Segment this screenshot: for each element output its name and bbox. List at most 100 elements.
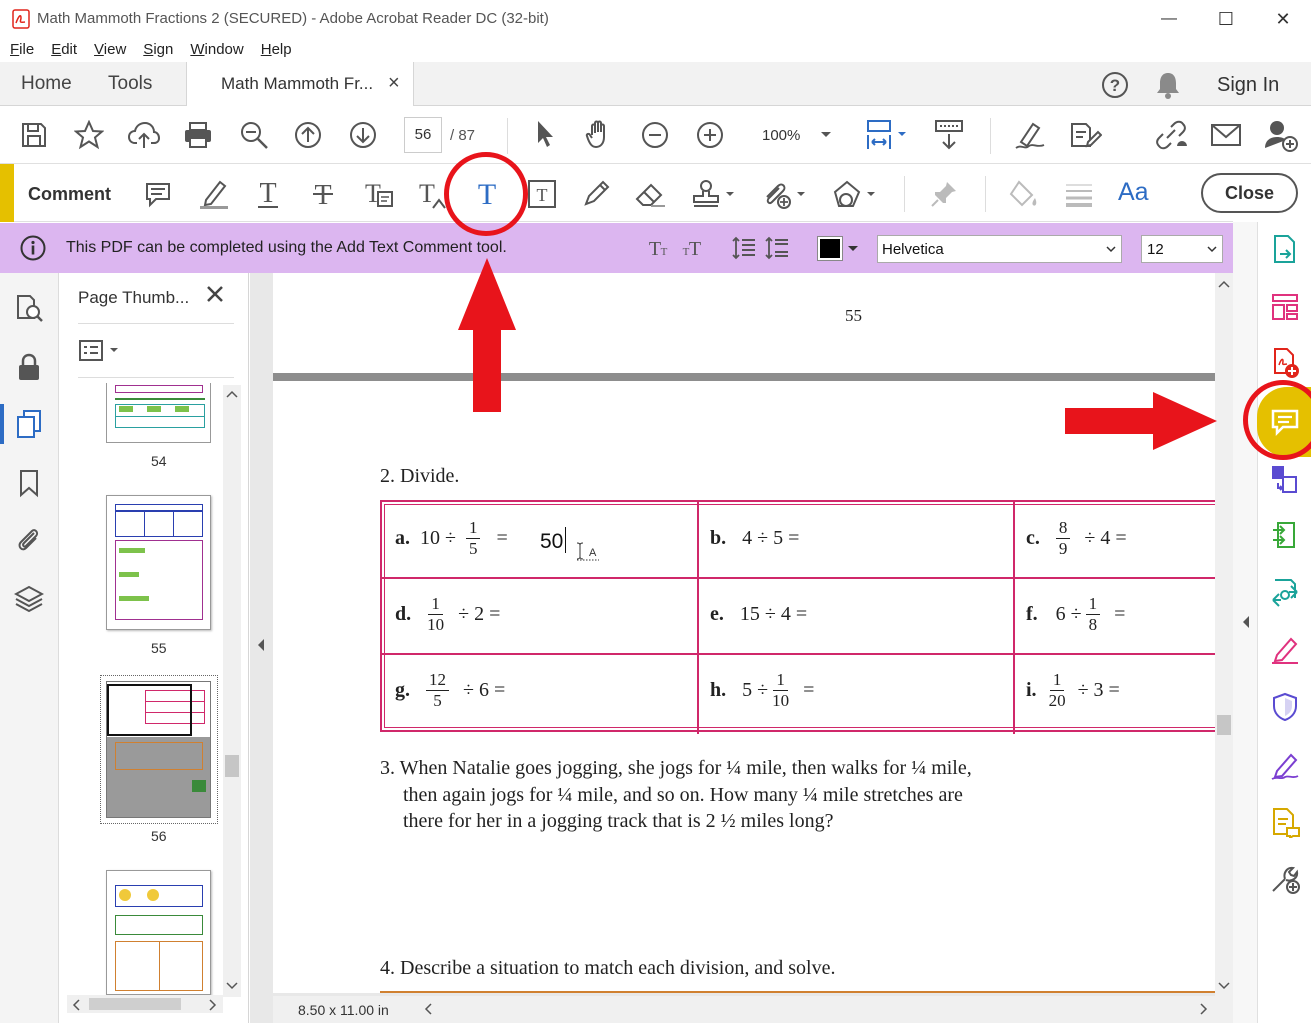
bookmark-star-icon[interactable] bbox=[72, 118, 106, 152]
bookmark-icon[interactable] bbox=[12, 466, 46, 500]
scroll-down-icon[interactable] bbox=[1218, 981, 1230, 991]
create-pdf-icon[interactable] bbox=[1268, 232, 1302, 266]
pin-icon[interactable] bbox=[926, 176, 962, 212]
fit-page-icon[interactable] bbox=[864, 118, 910, 152]
help-icon[interactable]: ? bbox=[1100, 70, 1130, 100]
menu-file[interactable]: File bbox=[10, 38, 34, 62]
maximize-button[interactable]: ☐ bbox=[1197, 0, 1255, 38]
increase-font-icon[interactable]: TT bbox=[680, 236, 704, 260]
notification-bell-icon[interactable] bbox=[1155, 71, 1181, 99]
menu-window[interactable]: Window bbox=[190, 38, 243, 62]
request-signature-icon[interactable] bbox=[1268, 748, 1302, 782]
export-pdf-icon[interactable] bbox=[1268, 346, 1302, 380]
menu-sign[interactable]: Sign bbox=[143, 38, 173, 62]
close-window-button[interactable]: ✕ bbox=[1254, 0, 1311, 38]
email-envelope-icon[interactable] bbox=[1210, 120, 1242, 150]
thumbnail-page-56[interactable] bbox=[106, 681, 211, 818]
thumbnail-options-icon[interactable] bbox=[79, 339, 123, 363]
protect-shield-icon[interactable] bbox=[1268, 690, 1302, 724]
scroll-left-icon[interactable] bbox=[71, 999, 81, 1011]
sign-pen-icon[interactable] bbox=[1013, 118, 1047, 152]
scan-document-icon[interactable] bbox=[1268, 805, 1302, 839]
eraser-icon[interactable] bbox=[632, 176, 668, 212]
line-weight-icon[interactable] bbox=[1061, 176, 1097, 212]
zoom-dropdown[interactable]: 100% bbox=[752, 118, 844, 154]
scroll-right-icon[interactable] bbox=[208, 999, 218, 1011]
lock-icon[interactable] bbox=[12, 350, 46, 384]
minimize-button[interactable]: — bbox=[1140, 0, 1198, 38]
line-spacing-icon[interactable] bbox=[731, 235, 757, 261]
save-icon[interactable] bbox=[17, 118, 51, 152]
collapse-left-pane-icon[interactable] bbox=[256, 637, 266, 653]
layers-icon[interactable] bbox=[12, 582, 46, 616]
edit-document-icon[interactable] bbox=[1068, 118, 1102, 152]
scroll-mode-icon[interactable] bbox=[932, 118, 966, 152]
tab-tools[interactable]: Tools bbox=[108, 62, 152, 106]
add-user-icon[interactable] bbox=[1263, 118, 1299, 152]
select-cursor-icon[interactable] bbox=[532, 118, 558, 150]
thumbnail-horizontal-scrollbar[interactable] bbox=[67, 995, 223, 1013]
scrollbar-thumb[interactable] bbox=[1217, 715, 1231, 735]
close-panel-icon[interactable] bbox=[205, 284, 225, 304]
fill-color-icon[interactable] bbox=[1006, 176, 1042, 212]
attach-file-icon[interactable] bbox=[760, 176, 808, 212]
scroll-left-icon[interactable] bbox=[423, 1002, 433, 1016]
zoom-out-icon[interactable] bbox=[640, 120, 670, 150]
font-settings-button[interactable]: Aa bbox=[1118, 178, 1149, 207]
scroll-down-icon[interactable] bbox=[226, 981, 238, 991]
menu-edit[interactable]: Edit bbox=[51, 38, 77, 62]
tab-document[interactable]: Math Mammoth Fr... × bbox=[186, 62, 414, 107]
underline-text-icon[interactable]: T bbox=[250, 176, 286, 212]
decrease-font-icon[interactable]: TT bbox=[646, 236, 670, 260]
page-thumbnails-icon[interactable] bbox=[12, 407, 46, 441]
more-tools-icon[interactable] bbox=[1268, 862, 1302, 896]
document-vertical-scrollbar[interactable] bbox=[1215, 273, 1233, 996]
print-icon[interactable] bbox=[181, 118, 215, 152]
cell-a-answer-text-comment[interactable]: 50 bbox=[540, 530, 563, 554]
sign-in-button[interactable]: Sign In bbox=[1217, 74, 1279, 97]
shapes-icon[interactable] bbox=[830, 176, 878, 212]
fill-and-sign-icon[interactable] bbox=[1268, 632, 1302, 666]
text-color-picker[interactable] bbox=[815, 235, 861, 263]
organize-pages-tool-icon[interactable] bbox=[1268, 290, 1302, 324]
scroll-up-icon[interactable] bbox=[226, 389, 238, 399]
expand-right-pane-icon[interactable] bbox=[1241, 614, 1251, 630]
hand-tool-icon[interactable] bbox=[584, 118, 616, 150]
font-family-dropdown[interactable]: Helvetica bbox=[877, 235, 1122, 263]
zoom-in-icon[interactable] bbox=[695, 120, 725, 150]
close-comment-button[interactable]: Close bbox=[1201, 173, 1298, 213]
scrollbar-thumb[interactable] bbox=[225, 755, 239, 777]
pencil-draw-icon[interactable] bbox=[578, 176, 614, 212]
font-size-dropdown[interactable]: 12 bbox=[1141, 235, 1223, 263]
scroll-up-icon[interactable] bbox=[1218, 279, 1230, 289]
share-link-icon[interactable] bbox=[1153, 118, 1189, 152]
tab-close-icon[interactable]: × bbox=[388, 72, 400, 95]
previous-page-icon[interactable] bbox=[291, 118, 325, 152]
thumbnail-page-55[interactable] bbox=[106, 495, 211, 630]
paragraph-spacing-icon[interactable] bbox=[764, 235, 790, 261]
combine-files-icon[interactable] bbox=[1268, 462, 1302, 496]
thumbnail-page-57[interactable] bbox=[106, 870, 211, 995]
text-box-icon[interactable]: T bbox=[524, 176, 560, 212]
scrollbar-thumb[interactable] bbox=[89, 998, 181, 1010]
send-for-review-icon[interactable] bbox=[1268, 575, 1302, 609]
highlight-text-icon[interactable] bbox=[196, 176, 232, 212]
page-number-input[interactable]: 56 bbox=[404, 117, 442, 153]
cloud-upload-icon[interactable] bbox=[127, 118, 161, 152]
next-page-icon[interactable] bbox=[346, 118, 380, 152]
compress-pdf-icon[interactable] bbox=[1268, 518, 1302, 552]
sticky-note-icon[interactable] bbox=[140, 176, 176, 212]
stamp-icon[interactable] bbox=[690, 176, 738, 212]
thumbnail-scrollbar[interactable] bbox=[223, 385, 241, 997]
strikethrough-text-icon[interactable]: T bbox=[305, 176, 341, 212]
menu-view[interactable]: View bbox=[94, 38, 126, 62]
scroll-right-icon[interactable] bbox=[1199, 1002, 1209, 1016]
replace-text-icon[interactable]: T bbox=[360, 176, 396, 212]
organize-pages-icon[interactable] bbox=[12, 291, 46, 325]
attachments-paperclip-icon[interactable] bbox=[12, 522, 46, 556]
thumbnail-page-54[interactable] bbox=[106, 383, 211, 443]
menu-help[interactable]: Help bbox=[261, 38, 292, 62]
cell-f-letter: f. bbox=[1026, 602, 1038, 625]
zoom-search-icon[interactable] bbox=[237, 118, 271, 152]
tab-home[interactable]: Home bbox=[21, 62, 72, 106]
